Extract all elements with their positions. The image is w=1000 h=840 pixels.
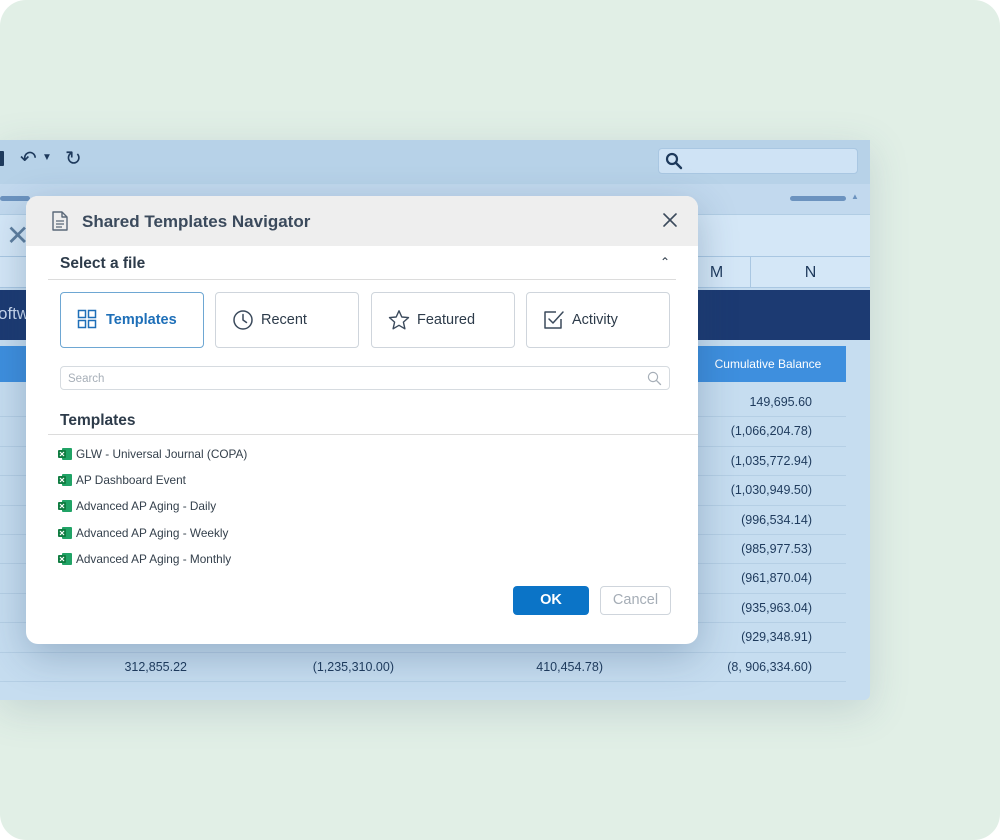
file-name: AP Dashboard Event — [76, 473, 186, 488]
file-name: Advanced AP Aging - Weekly — [76, 525, 229, 540]
tab-featured[interactable]: Featured — [371, 292, 515, 348]
shared-templates-dialog: Shared Templates Navigator Select a file… — [26, 196, 698, 644]
section-title: Select a file — [60, 255, 146, 272]
value-cell[interactable]: (1,235,310.00) — [280, 653, 394, 682]
grid-icon — [77, 309, 97, 329]
balance-cell[interactable]: (985,977.53) — [690, 535, 812, 564]
balance-cell[interactable]: (996,534.14) — [690, 506, 812, 535]
tab-label: Featured — [417, 312, 476, 328]
star-icon — [388, 310, 410, 330]
cumulative-balance-header: Cumulative Balance — [690, 346, 846, 382]
column-header-n[interactable]: N — [750, 257, 870, 288]
template-search-box — [60, 366, 670, 390]
banner-text: oftw — [0, 304, 30, 323]
template-file-list: GLW - Universal Journal (COPA) AP Dashbo… — [56, 444, 656, 575]
excel-file-icon — [58, 474, 72, 487]
divider — [48, 434, 698, 435]
list-item[interactable]: Advanced AP Aging - Weekly — [56, 523, 656, 549]
source-tabs: Templates Recent Featured Activity — [60, 292, 672, 348]
header-cell — [0, 346, 28, 382]
dialog-header: Shared Templates Navigator — [26, 196, 698, 246]
undo-icon[interactable]: ↶ — [20, 146, 37, 171]
templates-list-title: Templates — [60, 412, 136, 429]
cancel-button[interactable]: Cancel — [600, 586, 671, 615]
list-item[interactable]: Advanced AP Aging - Daily — [56, 496, 656, 522]
checkbox-icon — [544, 311, 564, 329]
chevron-up-icon[interactable]: ⌃ — [660, 255, 670, 269]
value-cell[interactable]: 410,454.78) — [500, 653, 603, 682]
balance-cell[interactable]: (1,030,949.50) — [690, 476, 812, 505]
balance-cell[interactable]: (8, 906,334.60) — [690, 653, 812, 682]
search-icon — [665, 152, 683, 170]
balance-cell[interactable]: (935,963.04) — [690, 594, 812, 623]
excel-file-icon — [58, 448, 72, 460]
balance-cell[interactable]: 149,695.60 — [690, 388, 812, 417]
dialog-title: Shared Templates Navigator — [82, 212, 311, 231]
scrollbar-right[interactable] — [790, 196, 846, 201]
table-row: 312,855.22 (1,235,310.00) 410,454.78) (8… — [0, 653, 846, 682]
balance-cell[interactable]: (929,348.91) — [690, 623, 812, 652]
tab-label: Activity — [572, 312, 618, 328]
refresh-icon[interactable]: ↻ — [65, 146, 82, 171]
balance-cell[interactable]: (961,870.04) — [690, 564, 812, 593]
document-icon — [52, 211, 68, 231]
tab-templates[interactable]: Templates — [60, 292, 204, 348]
excel-file-icon — [58, 526, 72, 539]
value-cell[interactable]: 312,855.22 — [80, 653, 187, 682]
clock-icon — [233, 310, 253, 330]
undo-dropdown-icon[interactable]: ▼ — [42, 152, 52, 163]
list-item[interactable]: Advanced AP Aging - Monthly — [56, 549, 656, 575]
spreadsheet-toolbar: ↶ ▼ ↻ — [0, 140, 870, 184]
toolbar-search-box[interactable] — [658, 148, 858, 174]
search-icon[interactable] — [647, 371, 662, 386]
list-item[interactable]: AP Dashboard Event — [56, 470, 656, 496]
tab-label: Recent — [261, 312, 307, 328]
tab-label: Templates — [106, 312, 177, 328]
close-icon[interactable] — [662, 212, 678, 228]
ok-button[interactable]: OK — [513, 586, 589, 615]
select-file-section[interactable]: Select a file ⌃ — [48, 246, 676, 280]
search-input[interactable] — [68, 371, 628, 386]
balance-cell[interactable]: (1,035,772.94) — [690, 447, 812, 476]
list-item[interactable]: GLW - Universal Journal (COPA) — [56, 444, 656, 470]
excel-file-icon — [58, 552, 72, 565]
file-name: GLW - Universal Journal (COPA) — [76, 447, 248, 461]
page-background: ↶ ▼ ↻ ▲ ✕ M N oftw Cumulative Balance 14… — [0, 0, 1000, 840]
balance-cell[interactable]: (1,066,204.78) — [690, 417, 812, 446]
file-name: Advanced AP Aging - Daily — [76, 499, 217, 514]
tab-activity[interactable]: Activity — [526, 292, 670, 348]
save-icon[interactable] — [0, 151, 4, 166]
excel-file-icon — [58, 500, 72, 513]
file-name: Advanced AP Aging - Monthly — [76, 551, 232, 566]
tab-recent[interactable]: Recent — [215, 292, 359, 348]
scroll-up-icon[interactable]: ▲ — [851, 192, 859, 201]
